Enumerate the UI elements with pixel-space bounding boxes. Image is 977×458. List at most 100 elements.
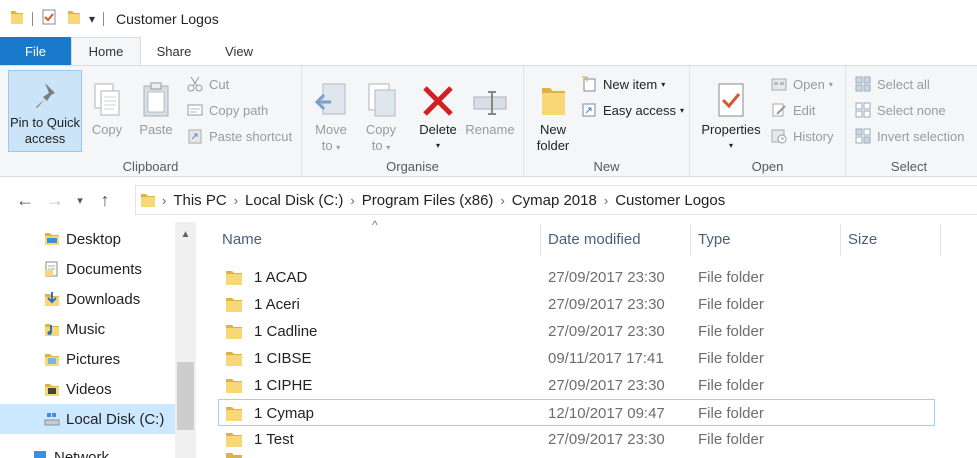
file-type: File folder (698, 431, 764, 448)
tab-view[interactable]: View (207, 37, 271, 65)
nav-item-documents[interactable]: Documents (0, 254, 175, 284)
tab-share[interactable]: Share (141, 37, 207, 65)
edit-button[interactable]: Edit (770, 99, 815, 121)
file-date: 12/10/2017 09:47 (548, 405, 665, 422)
address-bar[interactable]: › This PC › Local Disk (C:) › Program Fi… (135, 185, 977, 215)
up-arrow-icon[interactable]: ↑ (90, 190, 120, 211)
select-all-icon (854, 75, 872, 93)
paste-shortcut-button[interactable]: Paste shortcut (186, 125, 292, 147)
file-name: 1 Test (254, 431, 294, 448)
file-type: File folder (698, 269, 764, 286)
paste-shortcut-icon (186, 127, 204, 145)
file-name: 1 ACAD (254, 269, 308, 286)
table-row-partial[interactable] (218, 453, 935, 458)
properties-button[interactable]: Properties ▾ (696, 74, 766, 154)
quick-access-toolbar: ▾ (0, 0, 112, 37)
nav-item-network[interactable]: Network (0, 442, 175, 458)
copy-to-icon (365, 74, 397, 118)
history-button[interactable]: History (770, 125, 833, 147)
ribbon-tabs: File Home Share View (0, 37, 977, 65)
properties-qat-icon[interactable] (41, 9, 57, 28)
breadcrumb-program-files[interactable]: Program Files (x86) (355, 192, 501, 209)
file-type: File folder (698, 405, 764, 422)
ribbon: Pin to Quick access Copy Paste Cut Copy … (0, 65, 977, 177)
nav-item-pictures[interactable]: Pictures (0, 344, 175, 374)
delete-x-icon (421, 74, 455, 118)
local-disk-icon (44, 411, 60, 427)
scroll-thumb[interactable] (177, 362, 194, 430)
easy-access-button[interactable]: Easy access ▾ (580, 99, 684, 121)
tab-file[interactable]: File (0, 37, 71, 65)
column-divider[interactable] (940, 224, 941, 256)
open-group-label: Open (751, 159, 784, 174)
delete-button[interactable]: Delete ▾ (416, 74, 460, 154)
table-row[interactable]: 1 ACAD 27/09/2017 23:30 File folder (218, 264, 935, 291)
rename-button[interactable]: Rename (464, 74, 516, 138)
file-date: 27/09/2017 23:30 (548, 377, 665, 394)
nav-item-local-disk[interactable]: Local Disk (C:) (0, 404, 175, 434)
open-button[interactable]: Open ▾ (770, 73, 833, 95)
table-row[interactable]: 1 CIPHE 27/09/2017 23:30 File folder (218, 372, 935, 399)
copy-path-button[interactable]: Copy path (186, 99, 268, 121)
table-row[interactable]: 1 Test 27/09/2017 23:30 File folder (218, 426, 935, 453)
column-header-date-modified[interactable]: Date modified (540, 222, 690, 257)
invert-selection-icon (854, 127, 872, 145)
file-type: File folder (698, 296, 764, 313)
move-to-button[interactable]: Move to ▾ (310, 74, 352, 156)
downloads-folder-icon (44, 291, 60, 307)
copy-button[interactable]: Copy (86, 74, 128, 138)
select-all-button[interactable]: Select all (854, 73, 930, 95)
paste-button[interactable]: Paste (134, 74, 178, 138)
table-row[interactable]: 1 Aceri 27/09/2017 23:30 File folder (218, 291, 935, 318)
desktop-folder-icon (44, 231, 60, 247)
invert-selection-button[interactable]: Invert selection (854, 125, 964, 147)
pin-to-quick-access-button[interactable]: Pin to Quick access (8, 70, 82, 152)
recent-locations-icon[interactable]: ▾ (70, 194, 90, 207)
nav-item-videos[interactable]: Videos (0, 374, 175, 404)
folder-icon (226, 378, 242, 393)
file-date: 27/09/2017 23:30 (548, 269, 665, 286)
history-icon (770, 127, 788, 145)
scroll-up-icon[interactable]: ▲ (175, 224, 196, 244)
organise-group-label: Organise (386, 159, 439, 174)
breadcrumb-this-pc[interactable]: This PC (166, 192, 233, 209)
select-none-button[interactable]: Select none (854, 99, 946, 121)
table-row[interactable]: 1 CIBSE 09/11/2017 17:41 File folder (218, 345, 935, 372)
file-name: 1 Cadline (254, 323, 318, 340)
forward-arrow-icon[interactable]: → (40, 190, 70, 211)
nav-item-music[interactable]: Music (0, 314, 175, 344)
organise-group: Move to ▾ Copy to ▾ Delete ▾ Rename Orga… (302, 66, 524, 177)
table-row-focused[interactable]: 1 Cymap 12/10/2017 09:47 File folder (218, 399, 935, 426)
nav-item-desktop[interactable]: Desktop (0, 224, 175, 254)
copy-to-button[interactable]: Copy to ▾ (360, 74, 402, 156)
back-arrow-icon[interactable]: ← (10, 190, 40, 211)
breadcrumb-cymap-2018[interactable]: Cymap 2018 (505, 192, 604, 209)
new-folder-qat-icon[interactable] (67, 9, 81, 28)
cut-button[interactable]: Cut (186, 73, 229, 95)
new-item-button[interactable]: New item ▾ (580, 73, 665, 95)
nav-item-downloads[interactable]: Downloads (0, 284, 175, 314)
breadcrumb-customer-logos[interactable]: Customer Logos (608, 192, 732, 209)
breadcrumb-local-disk[interactable]: Local Disk (C:) (238, 192, 350, 209)
tab-home[interactable]: Home (71, 37, 141, 65)
new-folder-icon (538, 74, 568, 118)
music-folder-icon (44, 321, 60, 337)
file-type: File folder (698, 350, 764, 367)
column-header-type[interactable]: Type (690, 222, 840, 257)
table-row[interactable]: 1 Cadline 27/09/2017 23:30 File folder (218, 318, 935, 345)
scissors-icon (186, 75, 204, 93)
file-date: 09/11/2017 17:41 (548, 350, 664, 367)
qat-dropdown-icon[interactable]: ▾ (89, 12, 95, 26)
open-group: Properties ▾ Open ▾ Edit History Open (690, 66, 846, 177)
new-group-label: New (593, 159, 620, 174)
navigation-pane-scrollbar[interactable]: ▲ (175, 222, 196, 458)
easy-access-icon (580, 101, 598, 119)
folder-icon (226, 297, 242, 312)
folder-icon (226, 432, 242, 447)
clipboard-icon (141, 74, 171, 118)
folder-icon (226, 351, 242, 366)
column-header-size[interactable]: Size (840, 222, 940, 257)
file-name: 1 CIPHE (254, 377, 313, 394)
folder-icon (226, 324, 242, 339)
new-folder-button[interactable]: New folder (532, 74, 574, 154)
